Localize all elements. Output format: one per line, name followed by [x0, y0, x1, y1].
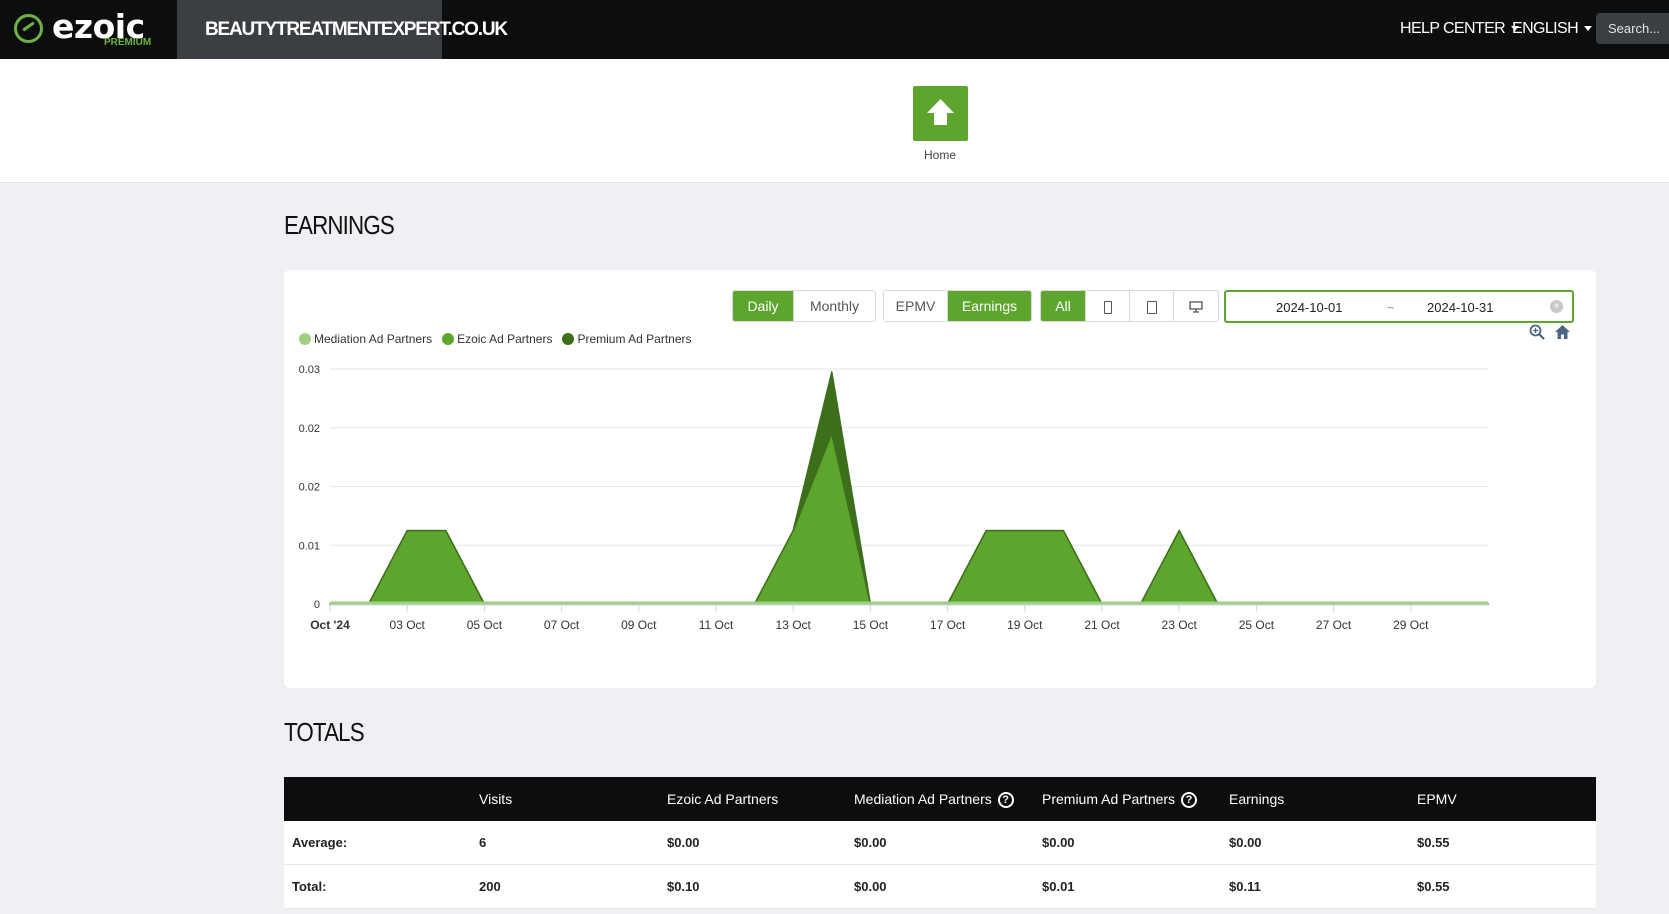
totals-table: Visits Ezoic Ad Partners Mediation Ad Pa… [284, 777, 1596, 909]
y-tick-label: 0 [314, 599, 320, 611]
home-strip: Home [0, 59, 1669, 183]
earnings-title: EARNINGS [284, 210, 395, 240]
x-tick-label: 21 Oct [1084, 618, 1120, 632]
series-area-2 [329, 371, 1489, 605]
table-cell: $0.00 [1042, 835, 1075, 850]
x-tick-label: Oct '24 [310, 618, 350, 632]
chevron-down-icon [1584, 26, 1593, 32]
column-header-mediation: Mediation Ad Partners ? [854, 777, 1014, 821]
x-tick-label: 03 Oct [390, 618, 426, 632]
table-cell: $0.11 [1229, 879, 1261, 894]
row-label: Average: [292, 835, 348, 850]
table-cell: $0.01 [1042, 879, 1075, 894]
table-cell: 6 [479, 835, 487, 850]
x-tick-label: 29 Oct [1393, 618, 1429, 632]
x-tick-label: 25 Oct [1239, 618, 1275, 632]
table-cell: $0.55 [1417, 879, 1450, 894]
y-tick-label: 0.02 [299, 423, 320, 435]
column-header-visits: Visits [479, 791, 513, 807]
table-cell: $0.00 [667, 835, 700, 850]
help-center-menu[interactable]: HELP CENTER [1400, 0, 1520, 59]
x-tick-label: 17 Oct [930, 618, 966, 632]
earnings-chart-card: Daily Monthly EPMV Earnings All 2024-10-… [284, 270, 1596, 688]
y-tick-label: 0.03 [299, 364, 320, 376]
top-navbar: ezoic PREMIUM BEAUTYTREATMENTEXPERT.CO.U… [0, 0, 1669, 59]
home-label: Home [923, 148, 956, 162]
x-tick-label: 07 Oct [544, 618, 580, 632]
help-question-icon[interactable]: ? [997, 792, 1014, 809]
y-tick-label: 0.02 [299, 482, 320, 494]
table-header-row: Visits Ezoic Ad Partners Mediation Ad Pa… [284, 777, 1596, 821]
column-header-ezoic: Ezoic Ad Partners [667, 791, 779, 807]
earnings-area-chart: 0 0.01 0.02 0.02 0.03 Oct '24 03 Oct 05 Oct 07 O… [299, 364, 1489, 632]
ezoic-logo-mark [14, 14, 43, 43]
x-tick-label: 05 Oct [467, 618, 503, 632]
home-button[interactable] [913, 86, 968, 141]
series-area-1 [329, 432, 1489, 605]
column-header-premium: Premium Ad Partners ? [1042, 777, 1197, 821]
x-tick-label: 09 Oct [621, 618, 657, 632]
x-tick-label: 13 Oct [776, 618, 812, 632]
table-cell: 200 [479, 879, 501, 894]
table-cell: $0.00 [1229, 835, 1262, 850]
site-selector[interactable]: BEAUTYTREATMENTEXPERT.CO.UK [177, 0, 508, 59]
language-label: ENGLISH [1512, 20, 1579, 37]
table-cell: $0.00 [854, 879, 887, 894]
table-cell: $0.00 [854, 835, 887, 850]
help-question-icon[interactable]: ? [1180, 792, 1197, 809]
x-tick-label: 15 Oct [853, 618, 889, 632]
ezoic-logo[interactable]: ezoic PREMIUM [10, 6, 160, 52]
logo-premium-label: PREMIUM [104, 37, 152, 48]
table-cell: $0.10 [667, 879, 700, 894]
table-cell: $0.55 [1417, 835, 1450, 850]
y-tick-label: 0.01 [299, 540, 320, 552]
column-header-epmv: EPMV [1417, 791, 1457, 807]
home-icon [927, 99, 954, 125]
row-label: Total: [292, 879, 327, 894]
totals-title: TOTALS [284, 717, 365, 747]
language-menu[interactable]: ENGLISH [1512, 0, 1593, 59]
table-row-total: Total: 200 $0.10 $0.00 $0.01 $0.11 $0.55 [284, 865, 1596, 909]
table-row-average: Average: 6 $0.00 $0.00 $0.00 $0.00 $0.55 [284, 821, 1596, 865]
x-tick-label: 11 Oct [699, 618, 734, 632]
search-input[interactable] [1596, 13, 1669, 44]
x-tick-label: 27 Oct [1316, 618, 1352, 632]
help-center-label: HELP CENTER [1400, 20, 1506, 37]
x-tick-label: 23 Oct [1162, 618, 1198, 632]
x-tick-label: 19 Oct [1007, 618, 1043, 632]
column-header-earnings: Earnings [1229, 791, 1285, 807]
